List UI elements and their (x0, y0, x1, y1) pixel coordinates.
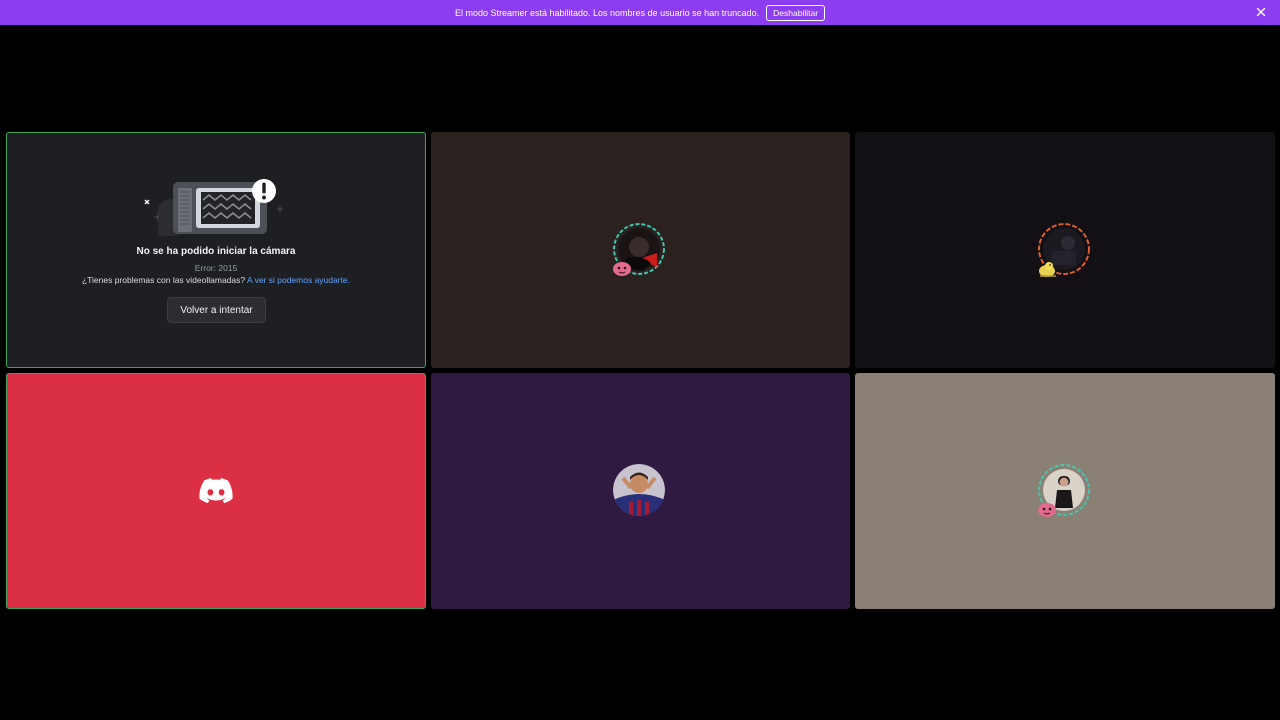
retry-button[interactable]: Volver a intentar (167, 297, 266, 323)
close-icon[interactable] (1254, 5, 1268, 19)
broken-camera-illustration (144, 179, 283, 236)
banner-message: El modo Streamer está habilitado. Los no… (454, 7, 760, 18)
disable-streamer-mode-button[interactable]: Deshabilitar (766, 4, 826, 21)
video-tile-participant[interactable] (6, 373, 426, 609)
avatar (613, 464, 665, 516)
avatar-decoration-icon (1039, 262, 1056, 277)
video-tile-participant[interactable] (855, 132, 1275, 368)
help-text: ¿Tienes problemas con las videollamadas? (81, 275, 246, 285)
avatar-decoration-icon (1038, 503, 1056, 517)
camera-error-code: Error: 2015 (194, 263, 238, 273)
avatar-decoration-icon (613, 262, 631, 276)
video-tile-participant[interactable] (431, 132, 850, 368)
video-tile-self[interactable]: No se ha podido iniciar la cámara Error:… (6, 132, 426, 368)
video-tile-participant[interactable] (431, 373, 850, 609)
discord-logo-icon (199, 478, 233, 504)
help-link[interactable]: A ver si podemos ayudarte. (247, 275, 350, 285)
camera-error-panel: No se ha podido iniciar la cámara Error:… (7, 133, 425, 367)
video-tile-participant[interactable] (855, 373, 1275, 609)
camera-error-help: ¿Tienes problemas con las videollamadas?… (7, 275, 425, 285)
camera-error-title: No se ha podido iniciar la cámara (136, 246, 296, 257)
streamer-mode-banner: El modo Streamer está habilitado. Los no… (0, 0, 1280, 25)
